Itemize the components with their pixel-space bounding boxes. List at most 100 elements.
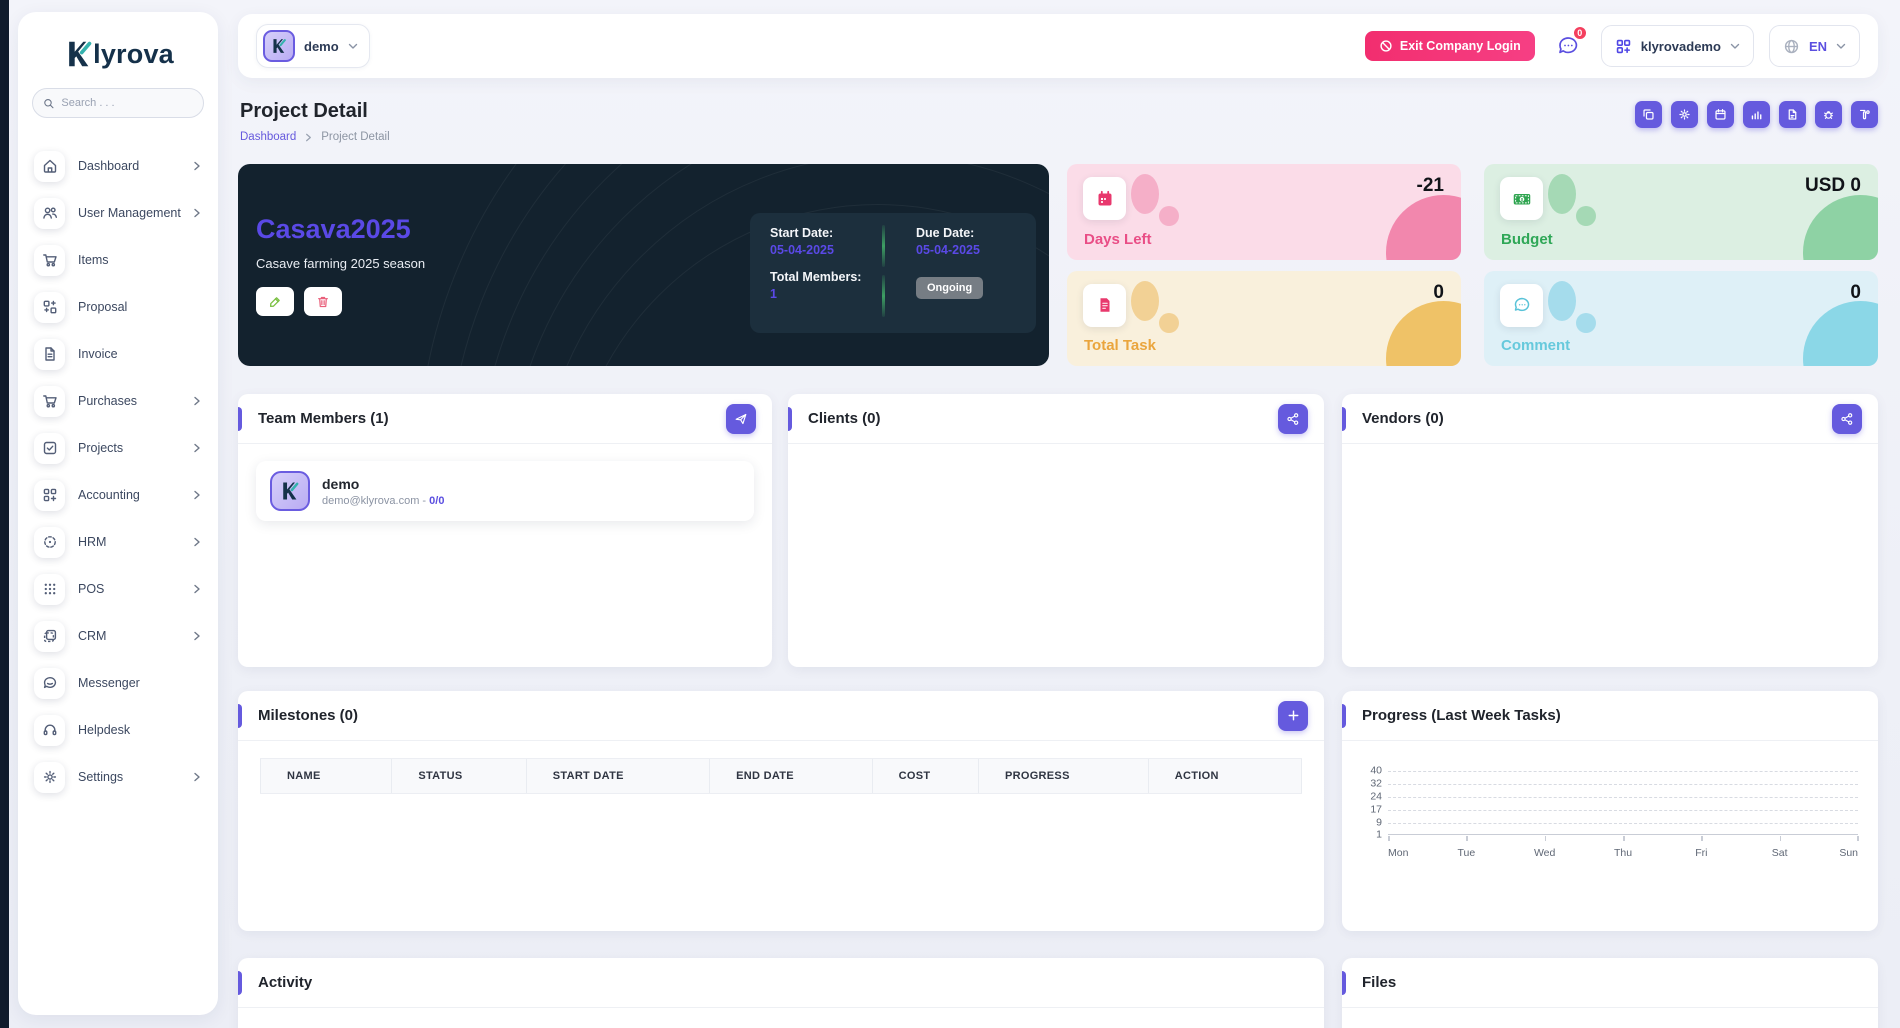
total-task-label: Total Task [1084, 337, 1156, 354]
swap-boxes-icon [34, 292, 65, 323]
budget-value: USD 0 [1805, 175, 1861, 197]
chevron-right-icon [192, 396, 202, 406]
company-switcher[interactable]: demo [256, 24, 370, 68]
language-selector[interactable]: EN [1769, 25, 1860, 67]
comment-label: Comment [1501, 337, 1570, 354]
y-tick: 40 [1356, 764, 1382, 776]
clients-title: Clients (0) [808, 410, 881, 427]
share-vendors-button[interactable] [1832, 404, 1862, 434]
axis-tick [1466, 836, 1468, 841]
edit-project-button[interactable] [256, 287, 294, 316]
axis-tick [1857, 836, 1859, 841]
budget-label: Budget [1501, 231, 1553, 248]
sidebar-item-purchases[interactable]: Purchases [30, 381, 206, 421]
team-members-card: Team Members (1) demo demo@klyrova.com -… [238, 394, 772, 667]
search-icon [43, 97, 54, 110]
x-tick: Sat [1772, 847, 1788, 859]
y-tick: 32 [1356, 777, 1382, 789]
column-header-progress[interactable]: PROGRESS [979, 759, 1149, 793]
column-header-end-date[interactable]: END DATE [710, 759, 873, 793]
column-header-action[interactable]: ACTION [1149, 759, 1302, 793]
files-title: Files [1362, 974, 1396, 991]
search-input[interactable] [61, 97, 193, 109]
chevron-right-icon [192, 161, 202, 171]
y-tick: 24 [1356, 790, 1382, 802]
project-settings-button[interactable] [1671, 101, 1698, 128]
kanban-button[interactable] [1851, 101, 1878, 128]
total-task-card: 0 Total Task [1067, 271, 1461, 367]
sidebar-item-proposal[interactable]: Proposal [30, 287, 206, 327]
add-milestone-button[interactable] [1278, 701, 1308, 731]
gantt-chart-button[interactable] [1743, 101, 1770, 128]
decorative-blob [1131, 174, 1159, 214]
sidebar-menu: Dashboard User Management Items [18, 146, 218, 797]
exit-company-login-button[interactable]: Exit Company Login [1365, 31, 1535, 61]
comment-icon [1500, 284, 1543, 327]
y-tick: 9 [1356, 816, 1382, 828]
sidebar-item-projects[interactable]: Projects [30, 428, 206, 468]
delete-project-button[interactable] [304, 287, 342, 316]
column-header-status[interactable]: STATUS [392, 759, 526, 793]
x-tick: Thu [1614, 847, 1632, 859]
company-avatar [263, 30, 295, 62]
progress-chart-title: Progress (Last Week Tasks) [1362, 707, 1561, 724]
decorative-corner [1803, 195, 1878, 260]
decorative-blob [1548, 281, 1576, 321]
sidebar-item-user-management[interactable]: User Management [30, 193, 206, 233]
sidebar-item-hrm[interactable]: HRM [30, 522, 206, 562]
sidebar-item-crm[interactable]: CRM [30, 616, 206, 656]
breadcrumb-dashboard-link[interactable]: Dashboard [240, 131, 296, 143]
axis-tick [1388, 836, 1390, 841]
bug-report-button[interactable] [1815, 101, 1842, 128]
sidebar-item-items[interactable]: Items [30, 240, 206, 280]
invite-member-button[interactable] [726, 404, 756, 434]
klyrova-logo[interactable]: lyrova [18, 12, 218, 70]
share-clients-button[interactable] [1278, 404, 1308, 434]
chevron-right-icon [192, 208, 202, 218]
column-header-start-date[interactable]: START DATE [527, 759, 710, 793]
duplicate-button[interactable] [1635, 101, 1662, 128]
total-members-value: 1 [770, 287, 898, 301]
project-summary-card: Casava2025 Casave farming 2025 season St… [238, 164, 1049, 366]
sidebar-item-invoice[interactable]: Invoice [30, 334, 206, 374]
sidebar-item-messenger[interactable]: Messenger [30, 663, 206, 703]
money-icon: 0 [1500, 177, 1543, 220]
check-square-icon [34, 433, 65, 464]
column-header-name[interactable]: NAME [260, 759, 392, 793]
breadcrumb-current: Project Detail [321, 131, 389, 143]
axis-tick [1545, 836, 1547, 841]
bar-chart-icon [1750, 108, 1763, 121]
chevron-right-icon [192, 631, 202, 641]
decorative-corner [1386, 195, 1461, 260]
column-header-cost[interactable]: COST [873, 759, 979, 793]
collapsed-nav-strip [0, 0, 9, 1028]
home-icon [34, 151, 65, 182]
decorative-blob [1576, 313, 1596, 333]
files-card: Files [1342, 958, 1878, 1028]
gridline [1388, 784, 1858, 785]
decorative-blob [1548, 174, 1576, 214]
sidebar-item-helpdesk[interactable]: Helpdesk [30, 710, 206, 750]
vendors-card: Vendors (0) [1342, 394, 1878, 667]
project-status-badge[interactable]: Ongoing [916, 277, 983, 299]
sidebar-item-settings[interactable]: Settings [30, 757, 206, 797]
activity-title: Activity [258, 974, 312, 991]
sidebar-item-pos[interactable]: POS [30, 569, 206, 609]
team-member-row[interactable]: demo demo@klyrova.com - 0/0 [256, 461, 754, 521]
project-detail-page: lyrova Dashboard User Management [0, 0, 1900, 1028]
milestones-card: Milestones (0) NAME STATUS START DATE EN… [238, 691, 1324, 931]
account-menu[interactable]: klyrovademo [1601, 25, 1754, 67]
sidebar-search[interactable] [32, 88, 204, 118]
plus-icon [1287, 709, 1300, 722]
sidebar-item-dashboard[interactable]: Dashboard [30, 146, 206, 186]
report-button[interactable] [1779, 101, 1806, 128]
comment-card: 0 Comment [1484, 271, 1878, 367]
sidebar-item-accounting[interactable]: Accounting [30, 475, 206, 515]
member-name: demo [322, 476, 444, 492]
calendar-button[interactable] [1707, 101, 1734, 128]
notifications-button[interactable]: 0 [1550, 28, 1586, 64]
notification-badge: 0 [1572, 25, 1588, 41]
x-tick: Fri [1695, 847, 1707, 859]
y-tick: 1 [1356, 828, 1382, 840]
language-code: EN [1809, 39, 1827, 54]
